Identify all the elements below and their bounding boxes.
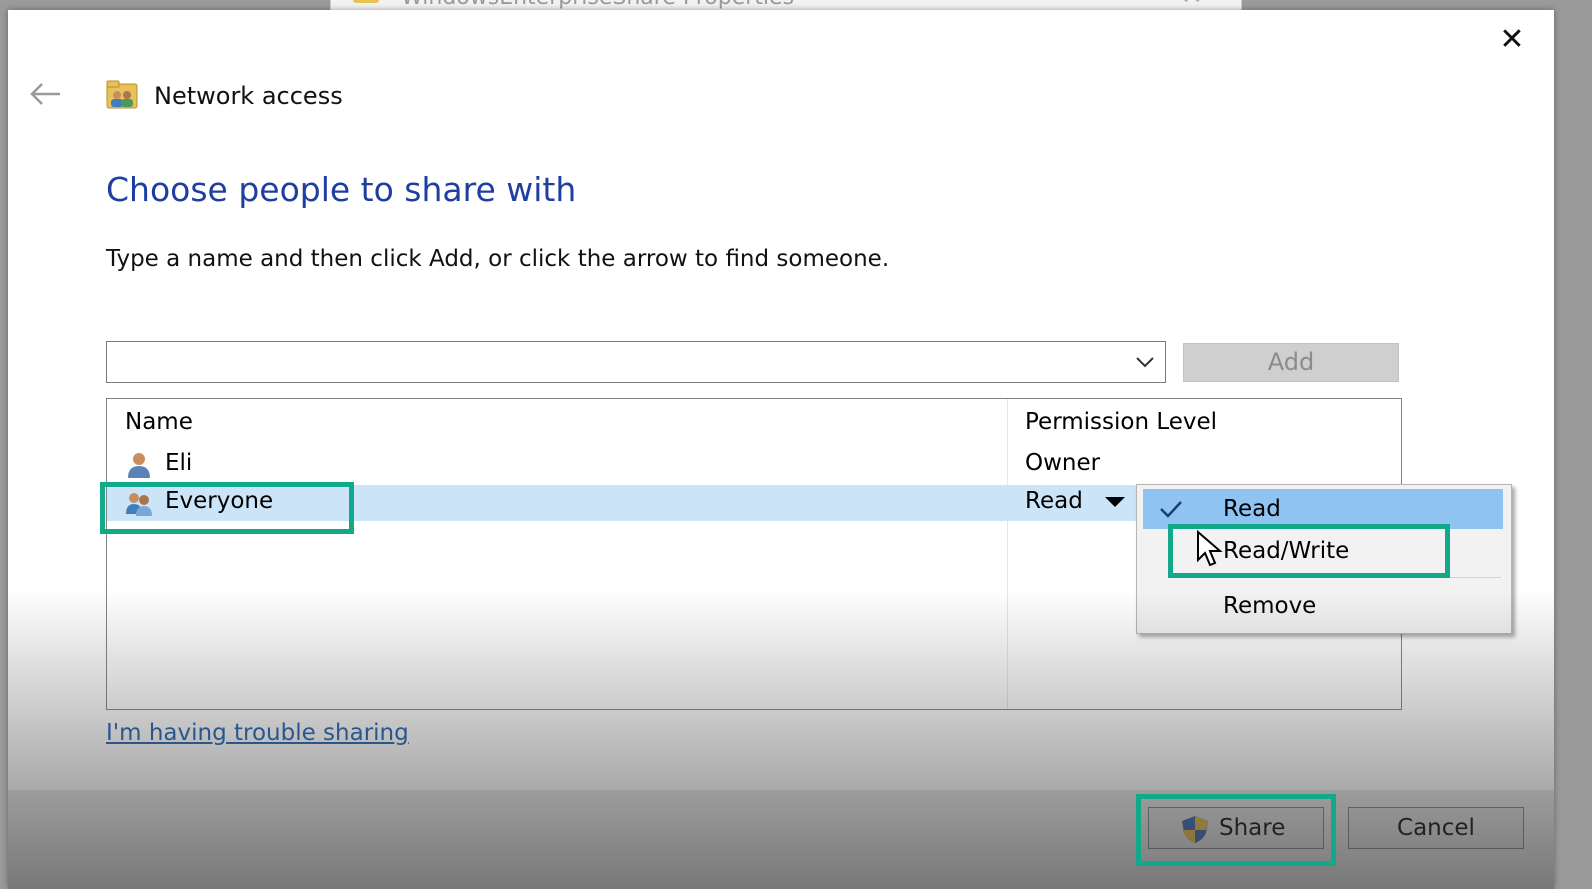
menu-item-remove[interactable]: Remove [1143, 586, 1503, 626]
back-button[interactable] [26, 76, 66, 112]
share-button[interactable]: Share [1148, 807, 1324, 849]
network-share-icon [106, 80, 138, 110]
permission-dropdown[interactable]: Read [1025, 488, 1083, 514]
column-header-permission[interactable]: Permission Level [1025, 409, 1217, 435]
column-divider [1007, 399, 1008, 709]
list-row-eli[interactable]: Eli Owner [107, 447, 1401, 483]
menu-item-label: Read [1223, 496, 1281, 522]
uac-shield-icon [1182, 816, 1208, 843]
name-input[interactable] [107, 342, 1117, 380]
folder-icon [353, 0, 379, 3]
checkmark-icon [1160, 501, 1182, 518]
dialog-title: Network access [154, 82, 343, 110]
column-header-name[interactable]: Name [125, 409, 193, 435]
page-heading: Choose people to share with [106, 170, 577, 209]
row-permission: Owner [1025, 450, 1101, 476]
permission-menu: Read Read/Write Remove [1136, 484, 1512, 634]
trouble-sharing-link[interactable]: I'm having trouble sharing [106, 720, 409, 746]
instruction-text: Type a name and then click Add, or click… [106, 246, 890, 272]
close-button[interactable]: ✕ [1492, 20, 1532, 60]
close-icon: ✕ [1499, 22, 1525, 57]
chevron-down-icon[interactable] [1133, 352, 1157, 372]
back-arrow-icon [30, 83, 60, 105]
network-access-dialog: ✕ Network access Choose people to share … [8, 10, 1554, 889]
row-name: Eli [165, 450, 193, 476]
cancel-button[interactable]: Cancel [1348, 807, 1524, 849]
add-button[interactable]: Add [1183, 343, 1399, 382]
menu-item-label: Remove [1223, 593, 1317, 619]
menu-item-label: Read/Write [1223, 538, 1350, 564]
name-combobox[interactable] [106, 341, 1166, 383]
user-icon [128, 453, 150, 478]
share-label: Share [1219, 815, 1286, 841]
background-window-title: WindowsEnterpriseShare Properties [401, 0, 794, 10]
dropdown-arrow-icon[interactable] [1105, 497, 1125, 507]
group-icon [126, 493, 152, 516]
menu-item-read[interactable]: Read [1143, 489, 1503, 529]
menu-separator [1177, 577, 1501, 578]
row-name: Everyone [165, 488, 274, 514]
mouse-cursor-icon [1197, 530, 1223, 567]
